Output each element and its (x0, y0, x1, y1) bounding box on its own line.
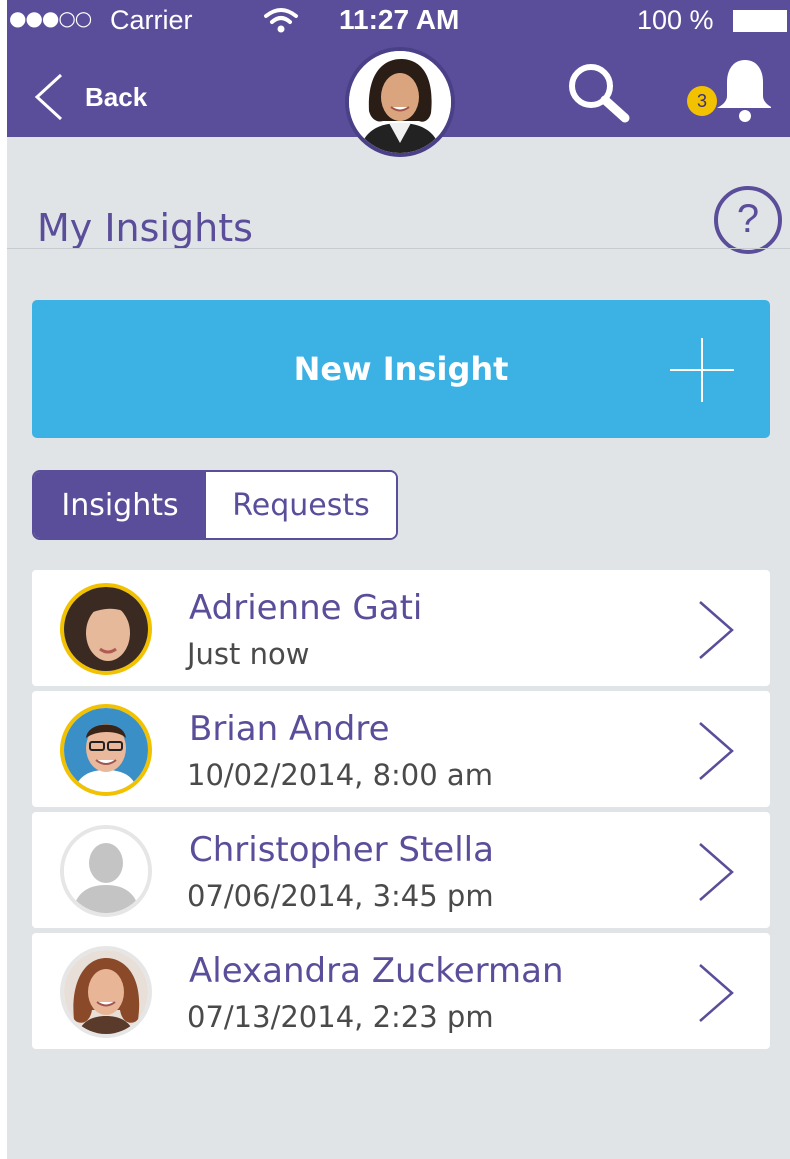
back-button[interactable]: Back (33, 72, 147, 122)
list-item[interactable]: Brian Andre 10/02/2014, 8:00 am (32, 691, 770, 807)
battery-percent: 100 % (637, 5, 714, 35)
chevron-right-icon (699, 843, 734, 901)
back-label: Back (85, 81, 148, 112)
battery-icon (733, 10, 787, 32)
avatar (60, 704, 152, 796)
avatar (60, 825, 152, 917)
status-time: 11:27 AM (339, 4, 460, 35)
insights-requests-tabs: Insights Requests (32, 470, 398, 540)
search-icon[interactable] (563, 60, 635, 124)
new-insight-label: New Insight (293, 350, 509, 388)
notification-badge: 3 (687, 86, 717, 116)
avatar (60, 583, 152, 675)
chevron-right-icon (699, 964, 734, 1022)
plus-icon (670, 338, 734, 402)
contact-name: Christopher Stella (189, 830, 494, 870)
insights-list: Adrienne Gati Just now Brian Andre 10/02… (32, 570, 770, 1054)
chevron-right-icon (699, 722, 734, 780)
avatar (60, 946, 152, 1038)
profile-avatar[interactable] (345, 47, 455, 157)
contact-name: Alexandra Zuckerman (189, 951, 564, 991)
contact-name: Adrienne Gati (189, 588, 423, 628)
tab-insights[interactable]: Insights (34, 472, 206, 538)
help-button[interactable]: ? (714, 186, 782, 254)
insight-time: 07/06/2014, 3:45 pm (187, 879, 494, 913)
page-title: My Insights (37, 206, 253, 250)
chevron-right-icon (699, 601, 734, 659)
insight-time: 10/02/2014, 8:00 am (187, 758, 493, 792)
contact-name: Brian Andre (189, 709, 390, 749)
signal-strength: ●●●○○ (9, 6, 92, 30)
user-photo-icon (64, 708, 148, 792)
tab-requests[interactable]: Requests (206, 472, 396, 538)
wifi-icon (264, 8, 298, 33)
user-photo-icon (64, 587, 148, 671)
status-bar: ●●●○○ Carrier 11:27 AM 100 % (7, 0, 790, 44)
new-insight-button[interactable]: New Insight (32, 300, 770, 438)
app-screen: ●●●○○ Carrier 11:27 AM 100 % Back 3 ? My… (7, 0, 790, 1159)
carrier-name: Carrier (110, 5, 193, 35)
insight-time: Just now (187, 637, 310, 671)
user-placeholder-icon (64, 829, 148, 913)
list-item[interactable]: Christopher Stella 07/06/2014, 3:45 pm (32, 812, 770, 928)
user-photo-icon (64, 950, 148, 1034)
title-divider (7, 248, 790, 249)
insight-time: 07/13/2014, 2:23 pm (187, 1000, 494, 1034)
list-item[interactable]: Adrienne Gati Just now (32, 570, 770, 686)
user-photo-icon (349, 51, 451, 153)
list-item[interactable]: Alexandra Zuckerman 07/13/2014, 2:23 pm (32, 933, 770, 1049)
chevron-left-icon (34, 73, 63, 121)
